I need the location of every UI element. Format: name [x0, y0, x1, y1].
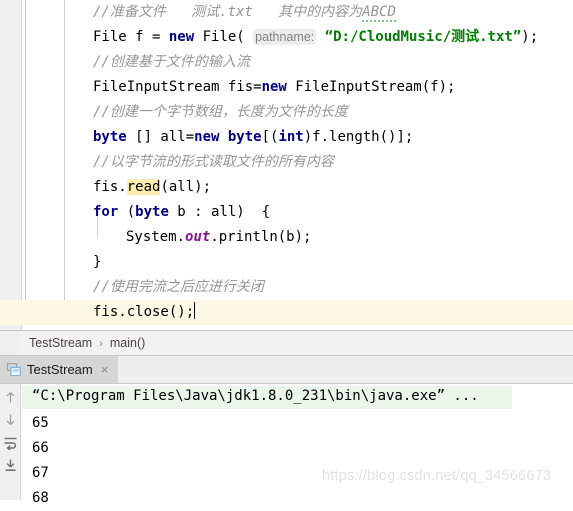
- code-line-text: }: [93, 250, 101, 275]
- scroll-to-end-icon[interactable]: [3, 458, 18, 473]
- code-token-plain: }: [93, 254, 102, 270]
- code-line[interactable]: //以字节流的形式读取文件的所有内容: [0, 150, 573, 175]
- code-token-plain: FileInputStream(f);: [286, 79, 456, 95]
- code-line[interactable]: //创建基于文件的输入流: [0, 50, 573, 75]
- code-line-text: byte [] all=new byte[(int)f.length()];: [93, 125, 413, 150]
- code-token-plain: )f.length()];: [303, 129, 414, 145]
- code-line[interactable]: //准备文件 测试.txt 其中的内容为ABCD: [0, 0, 573, 25]
- breadcrumb-item[interactable]: main(): [110, 336, 145, 350]
- code-line-text: //准备文件 测试.txt 其中的内容为ABCD: [93, 0, 396, 25]
- console-output-text: 65: [32, 415, 49, 431]
- soft-wrap-icon[interactable]: [3, 435, 18, 450]
- code-line[interactable]: FileInputStream fis=new FileInputStream(…: [0, 75, 573, 100]
- code-token-plain: File f =: [93, 29, 169, 45]
- code-token-plain: fis.: [93, 179, 127, 195]
- code-token-comment: //以字节流的形式读取文件的所有内容: [93, 154, 334, 170]
- run-tab-label: TestStream: [27, 362, 93, 377]
- code-line-text: //创建基于文件的输入流: [93, 50, 250, 75]
- code-line[interactable]: }: [0, 250, 573, 275]
- code-line[interactable]: fis.close();: [0, 300, 573, 325]
- code-line-text: fis.read(all);: [93, 175, 211, 200]
- text-caret: [194, 302, 196, 319]
- ide-window: //准备文件 测试.txt 其中的内容为ABCD File f = new Fil…: [0, 0, 573, 506]
- code-token-plain: (: [118, 204, 136, 220]
- code-line[interactable]: //创建一个字节数组，长度为文件的长度: [0, 100, 573, 125]
- run-tab-teststream[interactable]: TestStream ×: [0, 356, 119, 383]
- code-token-plain: .println(b);: [210, 229, 312, 245]
- breadcrumb-gutter-pad: [0, 331, 21, 355]
- close-icon[interactable]: ×: [101, 362, 109, 377]
- code-line-text: fis.close();: [93, 300, 196, 325]
- code-token-plain: );: [521, 29, 539, 45]
- code-token-plain: [(: [261, 129, 279, 145]
- code-line-text: System.out.println(b);: [126, 225, 311, 250]
- code-token-keyword: byte: [93, 129, 127, 145]
- console-output-text: 67: [32, 465, 49, 481]
- code-token-keyword: for: [93, 204, 119, 220]
- code-token-keyword: byte: [135, 204, 169, 220]
- arrow-down-icon[interactable]: [3, 412, 18, 427]
- code-token-static: out: [185, 229, 211, 245]
- code-line[interactable]: fis.read(all);: [0, 175, 573, 200]
- breadcrumb: TestStream › main(): [0, 330, 573, 356]
- code-token-plain: [] all=: [126, 129, 195, 145]
- code-token-hint: pathname:: [253, 29, 317, 45]
- code-token-keyword: new: [261, 79, 287, 95]
- watermark: https://blog.csdn.net/qq_34566673: [322, 468, 552, 484]
- code-token-keyword: int: [278, 129, 304, 145]
- code-line-text: //使用完流之后应进行关闭: [93, 275, 264, 300]
- console-output-text: 66: [32, 440, 49, 456]
- code-line-text: File f = new File( pathname: “D:/CloudMu…: [93, 25, 538, 50]
- code-token-spell: ABCD: [362, 4, 396, 22]
- code-line-text: FileInputStream fis=new FileInputStream(…: [93, 75, 455, 100]
- code-line-text: //以字节流的形式读取文件的所有内容: [93, 150, 334, 175]
- arrow-up-icon[interactable]: [3, 390, 18, 405]
- code-token-comment: //使用完流之后应进行关闭: [93, 279, 264, 295]
- code-line[interactable]: byte [] all=new byte[(int)f.length()];: [0, 125, 573, 150]
- code-editor[interactable]: //准备文件 测试.txt 其中的内容为ABCD File f = new Fil…: [0, 0, 573, 330]
- code-line[interactable]: System.out.println(b);: [0, 225, 573, 250]
- run-tab-bar: TestStream ×: [0, 356, 573, 384]
- breadcrumb-item[interactable]: TestStream: [29, 336, 92, 350]
- console-toolbar: [0, 384, 21, 500]
- code-token-comment: //创建一个字节数组，长度为文件的长度: [93, 104, 348, 120]
- code-line-text: //创建一个字节数组，长度为文件的长度: [93, 100, 348, 125]
- code-token-string: “D:/CloudMusic/测试.txt”: [324, 29, 522, 45]
- code-token-plain: FileInputStream fis=: [93, 79, 262, 95]
- code-line[interactable]: for (byte b : all) {: [0, 200, 573, 225]
- code-token-plain: (all);: [160, 179, 212, 195]
- breadcrumb-items[interactable]: TestStream › main(): [29, 331, 145, 355]
- code-token-plain: System.: [126, 229, 186, 245]
- breadcrumb-separator: ›: [99, 338, 103, 350]
- code-token-plain: fis.close();: [93, 304, 195, 320]
- code-token-keyword: new: [168, 29, 195, 45]
- console-command-text: “C:\Program Files\Java\jdk1.8.0_231\bin\…: [32, 388, 479, 404]
- code-line-text: for (byte b : all) {: [93, 200, 270, 225]
- code-token-plain: b : all) {: [168, 204, 271, 220]
- code-token-comment: //准备文件 测试.txt 其中的内容为: [93, 4, 363, 20]
- code-token-highlight: read: [126, 179, 161, 195]
- code-token-plain: File(: [194, 29, 254, 45]
- code-line[interactable]: //使用完流之后应进行关闭: [0, 275, 573, 300]
- code-token-keyword: new byte: [194, 129, 262, 145]
- console-window-icon: [7, 362, 21, 377]
- console-output-text: 68: [32, 490, 49, 506]
- code-token-comment: //创建基于文件的输入流: [93, 54, 250, 70]
- code-line[interactable]: File f = new File( pathname: “D:/CloudMu…: [0, 25, 573, 50]
